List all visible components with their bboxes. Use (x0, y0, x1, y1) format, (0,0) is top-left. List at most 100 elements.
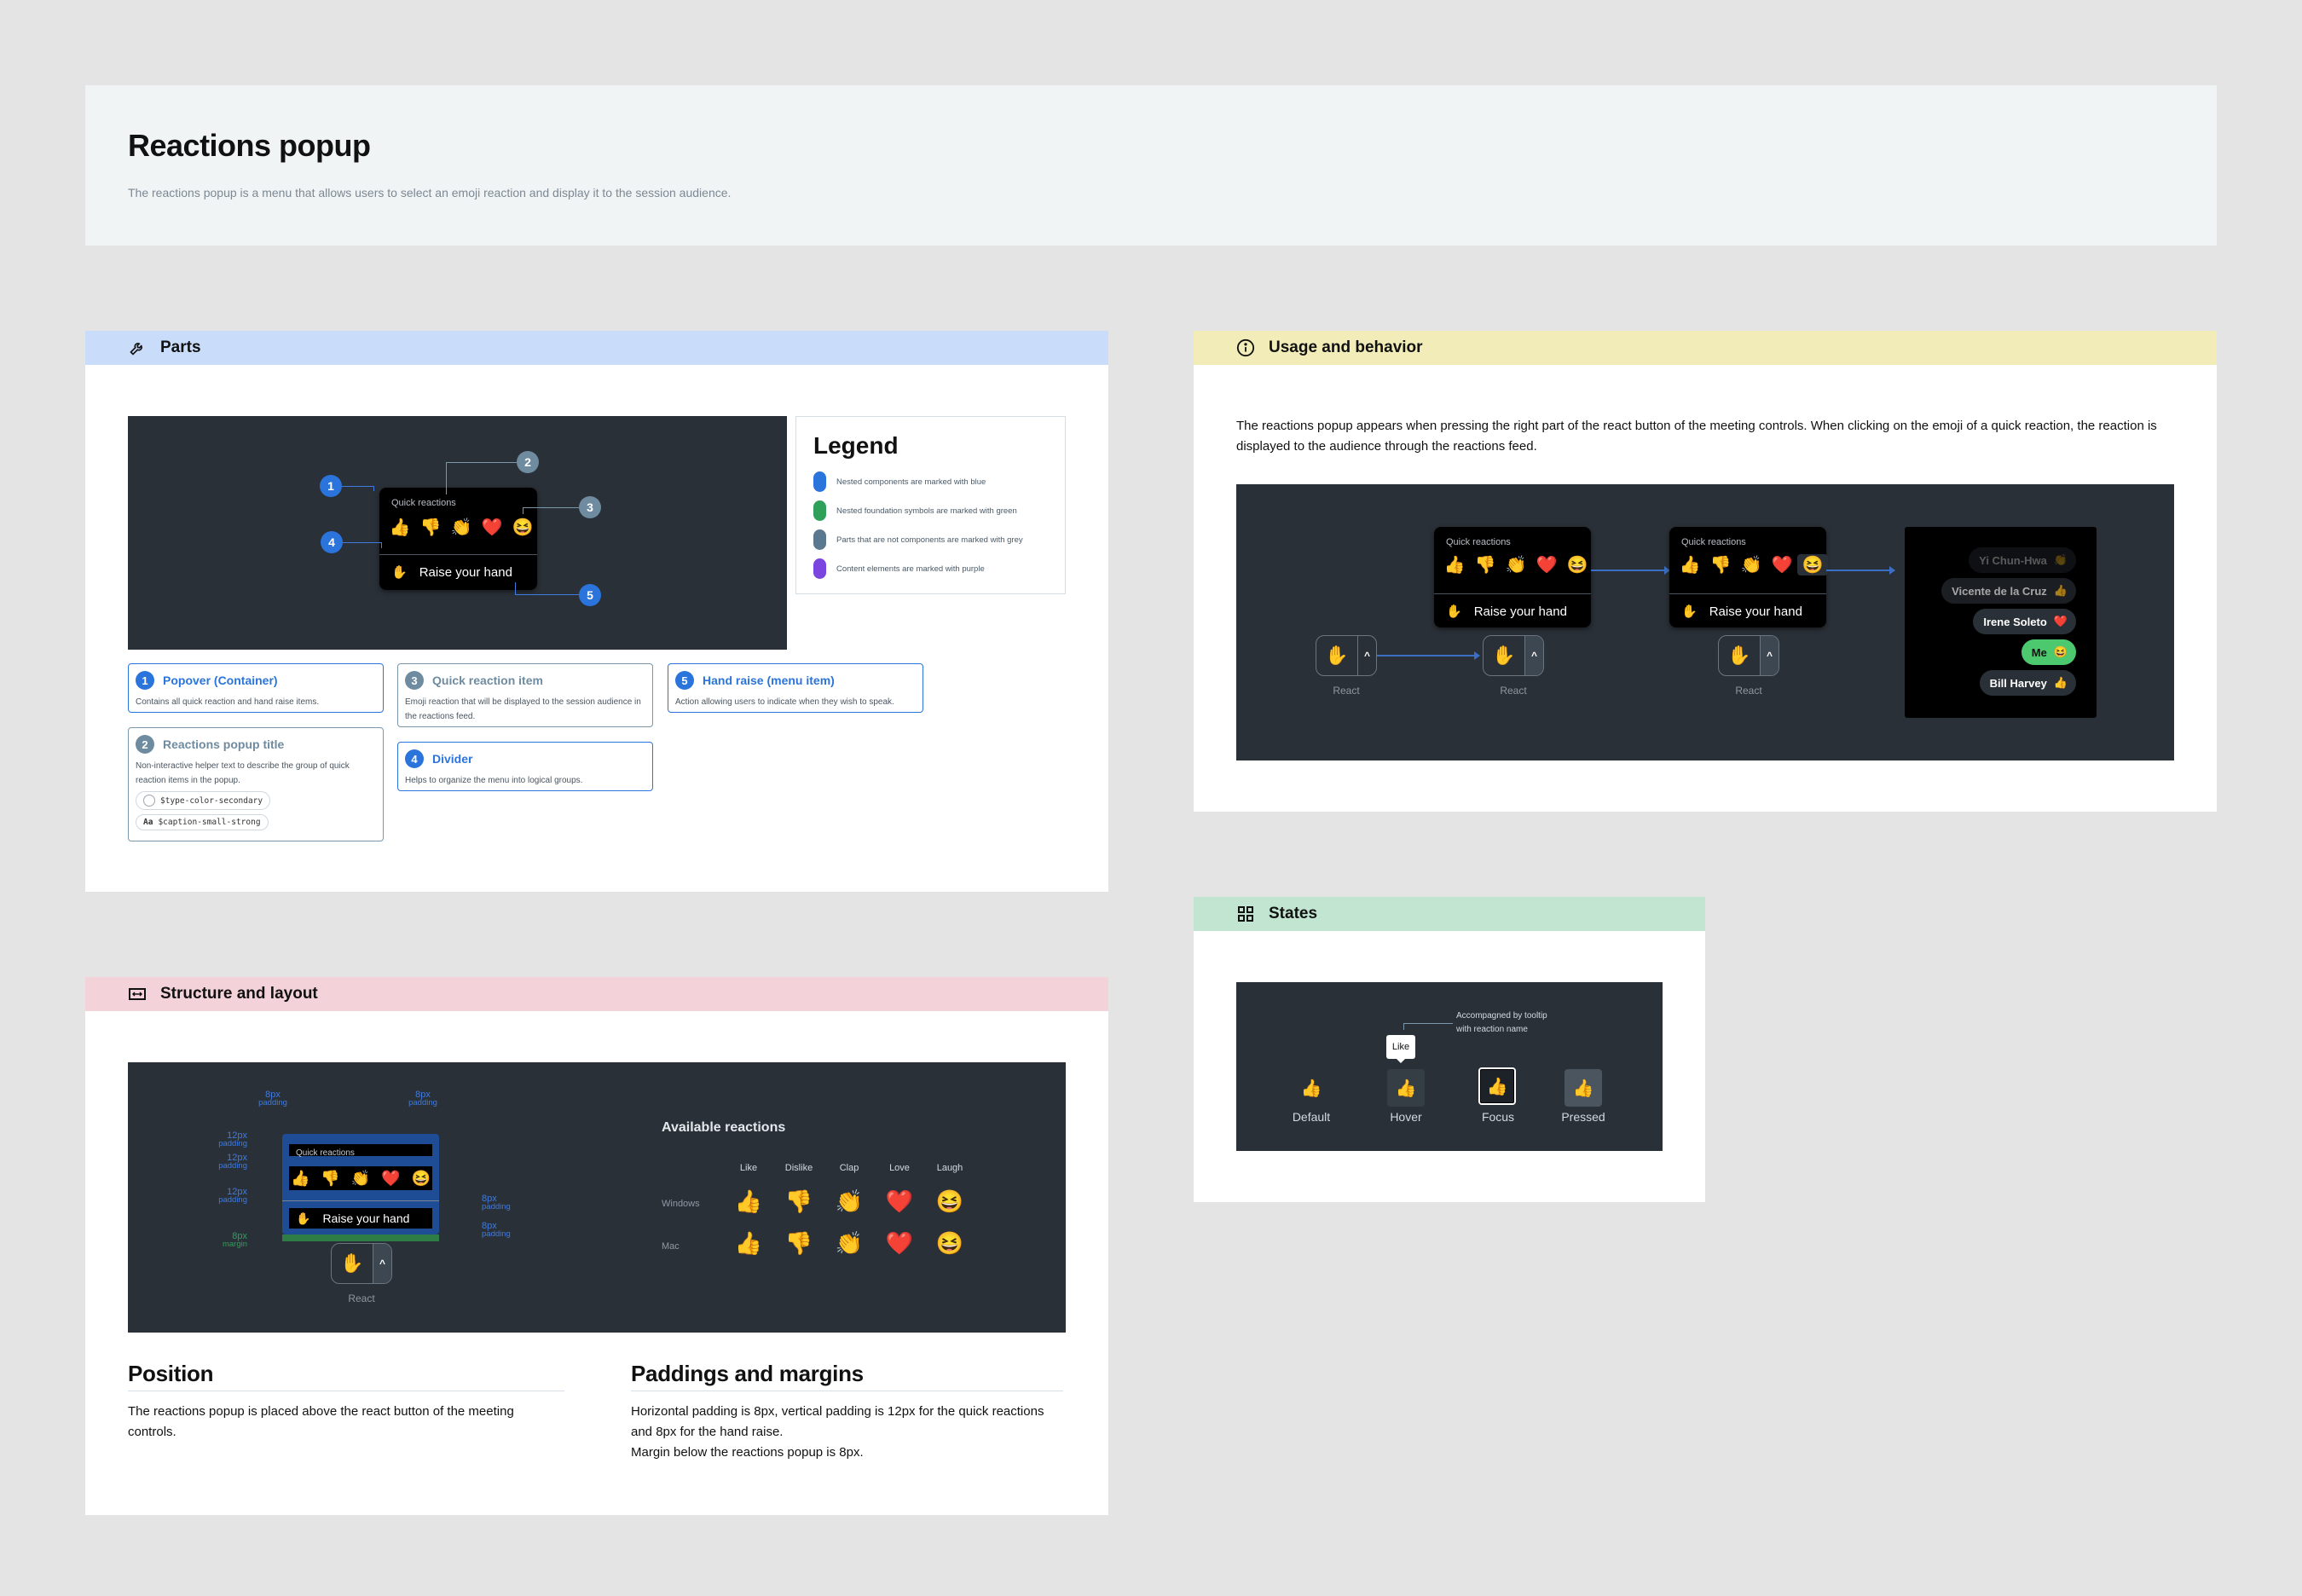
card-badge: 5 (675, 671, 694, 690)
mac-like-emoji: 👍 (734, 1230, 763, 1256)
divider (1669, 593, 1826, 594)
title-row: Quick reactions (289, 1144, 432, 1158)
react-label: React (1500, 685, 1527, 697)
page-title: Reactions popup (128, 128, 371, 163)
usage-diagram: ✋ ^ React Quick reactions 👍 👎 👏 ❤️ 😆 ✋ Raise y… (1236, 484, 2174, 760)
tooltip: Like (1386, 1035, 1415, 1059)
position-heading: Position (128, 1361, 214, 1386)
react-button[interactable]: ✋ ^ (331, 1243, 392, 1284)
emoji-love[interactable]: ❤️ (1767, 554, 1797, 575)
emoji-row: 👍 👎 👏 ❤️ 😆 (1674, 554, 1828, 575)
column-header: Like (739, 1163, 758, 1173)
emoji-like[interactable]: 👍 (1674, 554, 1705, 575)
state-label: Hover (1390, 1110, 1422, 1124)
hand-icon: ✋ (1446, 604, 1462, 619)
reactions-feed: Yi Chun-Hwa 👏 Vicente de la Cruz 👍 Irene S… (1905, 527, 2097, 718)
react-button-default[interactable]: ✋ ^ (1316, 635, 1377, 676)
badge-4: 4 (321, 531, 343, 553)
structure-title: Structure and layout (160, 985, 318, 1003)
windows-clap-emoji: 👏 (835, 1188, 864, 1214)
tooltip-arrow (1396, 1058, 1406, 1063)
popup-title: Quick reactions (391, 498, 456, 508)
badge-1: 1 (320, 475, 342, 497)
row-label-windows: Windows (662, 1199, 700, 1209)
raise-hand-item[interactable]: ✋ Raise your hand (391, 564, 512, 581)
emoji-clap[interactable]: 👏 (446, 517, 477, 538)
emoji-clap[interactable]: 👏 (1501, 554, 1531, 575)
raise-hand-item[interactable]: ✋ Raise your hand (1681, 604, 1802, 620)
legend-swatch-green (813, 500, 826, 521)
state-focus[interactable]: 👍 (1478, 1067, 1516, 1105)
legend-item: Parts that are not components are marked… (813, 529, 1023, 550)
page-subtitle: The reactions popup is a menu that allow… (128, 186, 732, 200)
feed-item: Yi Chun-Hwa 👏 (1969, 547, 2076, 573)
raise-hand-item[interactable]: ✋ Raise your hand (1446, 604, 1567, 620)
part-card-divider: 4 Divider Helps to organize the menu into… (397, 742, 653, 791)
emoji-love[interactable]: ❤️ (1531, 554, 1562, 575)
popup-title: Quick reactions (1446, 537, 1511, 547)
emoji-laugh[interactable]: 😆 (1797, 554, 1828, 575)
parts-title: Parts (160, 338, 201, 356)
emoji-laugh[interactable]: 😆 (507, 517, 538, 538)
hand-icon: ✋ (1484, 636, 1525, 675)
paddings-text: Horizontal padding is 8px, vertical padd… (631, 1404, 1044, 1460)
column-header: Laugh (936, 1163, 963, 1173)
parts-header: Parts (85, 331, 1108, 365)
chevron-up-icon[interactable]: ^ (1525, 636, 1543, 675)
padding-overlay: Quick reactions 👍 👎 👏 ❤️ 😆 ✋ Raise your hand (282, 1134, 439, 1235)
state-hover[interactable]: 👍 (1387, 1069, 1425, 1107)
divider (282, 1200, 439, 1201)
chevron-up-icon[interactable]: ^ (1761, 636, 1779, 675)
part-card-popover: 1 Popover (Container) Contains all quick … (128, 663, 384, 713)
feed-item: Irene Soleto ❤️ (1973, 609, 2076, 634)
react-button-active[interactable]: ✋ ^ (1483, 635, 1544, 676)
annotation-connector (1403, 1023, 1453, 1030)
emoji-dislike[interactable]: 👎 (1470, 554, 1501, 575)
emoji-dislike[interactable]: 👎 (415, 517, 446, 538)
connector-4 (343, 542, 382, 548)
popup-preview: Quick reactions 👍 👎 👏 ❤️ 😆 ✋ Raise your hand (1434, 527, 1591, 627)
emoji-laugh[interactable]: 😆 (1562, 554, 1593, 575)
hand-icon: ✋ (332, 1244, 373, 1283)
emoji-like[interactable]: 👍 (1439, 554, 1470, 575)
info-icon (1236, 338, 1255, 357)
connector-3 (523, 507, 579, 514)
type-icon: Aa (143, 818, 153, 827)
padding-marker-mid: 12px padding (218, 1153, 247, 1171)
divider (379, 554, 537, 555)
popup-preview-selected: Quick reactions 👍 👎 👏 ❤️ 😆 ✋ Raise your hand (1669, 527, 1828, 627)
emoji-like[interactable]: 👍 (385, 517, 415, 538)
padding-marker-top: 12px padding (218, 1130, 247, 1148)
connector-1 (342, 486, 374, 491)
card-title: Quick reaction item (432, 674, 543, 687)
part-card-title: 2 Reactions popup title Non-interactive h… (128, 727, 384, 841)
popup-preview: Quick reactions 👍 👎 👏 ❤️ 😆 ✋ Raise your … (379, 488, 537, 590)
legend: Legend Nested components are marked with… (795, 416, 1066, 594)
windows-dislike-emoji: 👎 (784, 1188, 813, 1214)
state-label: Focus (1481, 1110, 1515, 1124)
state-pressed[interactable]: 👍 (1565, 1069, 1602, 1107)
padding-marker-right: 8px padding (408, 1090, 437, 1107)
connector-5 (515, 582, 579, 595)
mac-dislike-emoji: 👎 (784, 1230, 813, 1256)
type-token: Aa $caption-small-strong (136, 814, 269, 830)
chevron-up-icon[interactable]: ^ (1358, 636, 1376, 675)
padding-marker-left: 8px padding (258, 1090, 287, 1107)
emoji-dislike[interactable]: 👎 (1705, 554, 1736, 575)
card-title: Hand raise (menu item) (703, 674, 835, 687)
grid-icon (1236, 905, 1255, 923)
emoji-love[interactable]: ❤️ (477, 517, 507, 538)
column-header: Clap (839, 1163, 859, 1173)
emoji-clap[interactable]: 👏 (1736, 554, 1767, 575)
emoji-row: 👍 👎 👏 ❤️ 😆 (1439, 554, 1593, 575)
react-button-active[interactable]: ✋ ^ (1718, 635, 1779, 676)
column-header: Love (889, 1163, 910, 1173)
legend-title: Legend (813, 432, 899, 459)
structure-diagram: Quick reactions 👍 👎 👏 ❤️ 😆 ✋ Raise your hand … (128, 1062, 1066, 1333)
usage-header: Usage and behavior (1194, 331, 2217, 365)
chevron-up-icon[interactable]: ^ (373, 1244, 391, 1283)
hand-icon: ✋ (1316, 636, 1358, 675)
wrench-icon (128, 338, 147, 357)
raise-hand-label: Raise your hand (419, 564, 512, 580)
state-default[interactable]: 👍 (1293, 1069, 1330, 1107)
